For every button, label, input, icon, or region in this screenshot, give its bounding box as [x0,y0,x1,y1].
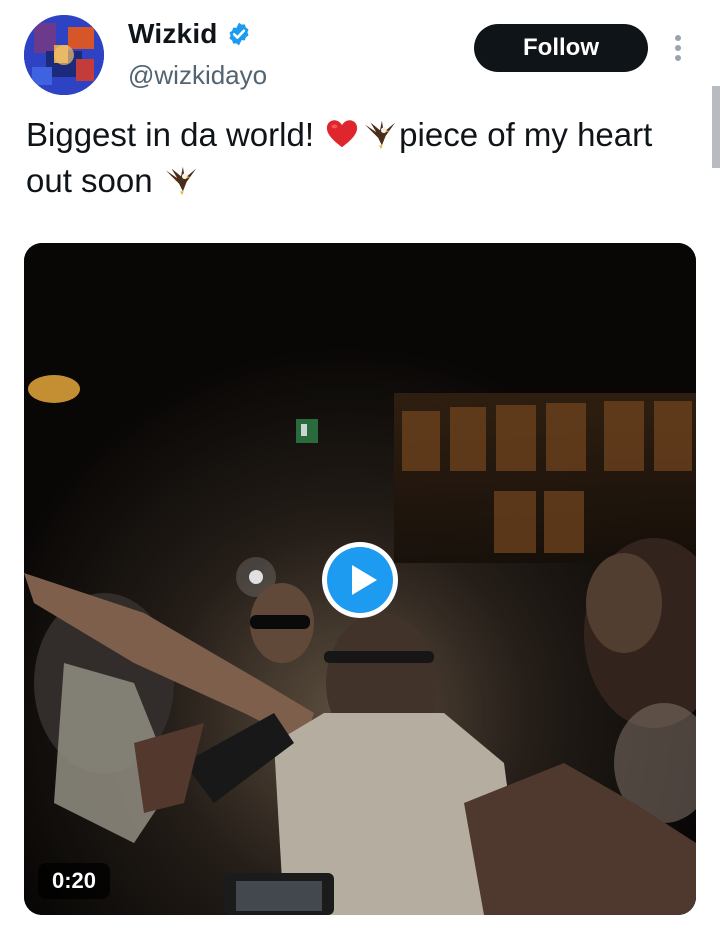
display-name[interactable]: Wizkid [128,18,218,50]
video-duration: 0:20 [38,863,110,899]
tweet-header: Wizkid @wizkidayo Follow [0,0,720,110]
scrollbar[interactable] [712,86,720,168]
follow-button[interactable]: Follow [474,24,648,72]
avatar[interactable] [24,15,104,95]
eagle-icon [165,166,196,196]
red-heart-icon [327,120,358,148]
avatar-image [24,15,104,95]
tweet-text: Biggest in da world! piece of my heart o… [26,112,706,204]
play-icon[interactable] [319,539,401,621]
tweet-text-part1: Biggest in da world! [26,116,324,153]
name-row: Wizkid [128,18,252,50]
more-vertical-icon[interactable] [668,33,688,63]
eagle-icon [365,120,396,150]
handle[interactable]: @wizkidayo [128,60,267,91]
verified-badge-icon [229,22,249,46]
